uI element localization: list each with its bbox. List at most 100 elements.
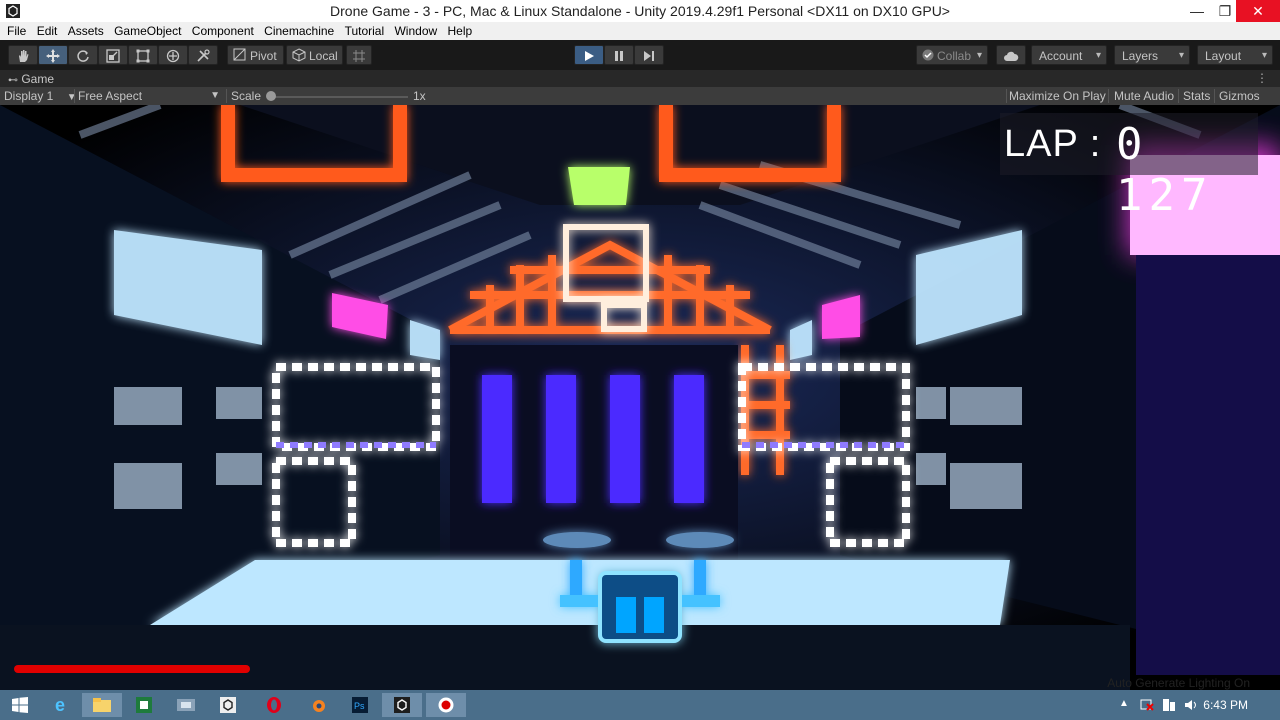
divider: [1006, 89, 1007, 103]
collab-check-icon: [922, 49, 934, 61]
taskbar-photoshop[interactable]: Ps: [340, 693, 380, 717]
display-label: Display 1: [4, 89, 54, 103]
scale-slider-track[interactable]: [268, 96, 408, 98]
opera-icon: [267, 697, 281, 713]
cloud-button[interactable]: [996, 45, 1026, 65]
collab-dropdown[interactable]: Collab: [916, 45, 988, 66]
mute-audio-toggle[interactable]: Mute Audio: [1114, 87, 1174, 105]
rotate-icon: [77, 50, 89, 62]
blender-icon: [313, 700, 325, 712]
play-button[interactable]: [574, 45, 604, 65]
local-toggle[interactable]: Local: [286, 45, 343, 65]
volume-icon[interactable]: [1184, 698, 1198, 712]
tab-game-label: Game: [21, 72, 55, 86]
game-view-toolbar: Display 1 ▼ Free Aspect ▼ Scale 1x Maxim…: [0, 87, 1280, 121]
scale-icon: [106, 49, 120, 63]
cloud-icon: [1004, 51, 1019, 61]
start-button[interactable]: [0, 693, 40, 717]
close-button[interactable]: ✕: [1236, 0, 1280, 22]
menu-assets[interactable]: Assets: [68, 22, 104, 40]
aspect-label: Free Aspect: [78, 89, 143, 103]
unity-hub-icon: [177, 699, 195, 711]
gamepad-icon: ⊷: [8, 75, 18, 86]
divider: [1108, 89, 1109, 103]
menu-cinemachine[interactable]: Cinemachine: [264, 22, 334, 40]
step-button[interactable]: [634, 45, 664, 65]
layers-dropdown[interactable]: Layers: [1114, 45, 1190, 66]
taskbar-unity[interactable]: [208, 693, 248, 717]
menu-edit[interactable]: Edit: [37, 22, 58, 40]
pivot-icon: [233, 48, 246, 61]
taskbar: e Ps ▲ 6:43 PM: [0, 690, 1280, 720]
windows-icon: [12, 697, 28, 713]
collab-label: Collab: [937, 49, 972, 63]
pivot-toggle[interactable]: Pivot: [227, 45, 284, 65]
tab-menu-icon[interactable]: ⋮: [1256, 70, 1268, 86]
account-dropdown[interactable]: Account: [1031, 45, 1107, 66]
account-label: Account: [1039, 49, 1083, 63]
local-icon: [292, 48, 306, 62]
rect-icon: [136, 49, 150, 63]
game-view[interactable]: LAP : 0 127: [0, 105, 1280, 690]
scale-label: Scale: [231, 89, 262, 103]
game-tab-bar: ⊷ Game ⋮: [0, 70, 1280, 87]
scale-slider-handle[interactable]: [266, 91, 276, 101]
transform-tool-button[interactable]: [158, 45, 188, 65]
recorder-icon: [438, 697, 454, 713]
menu-window[interactable]: Window: [394, 22, 437, 40]
taskbar-unity-hub[interactable]: [166, 693, 206, 717]
pivot-label: Pivot: [250, 49, 277, 63]
hand-tool-button[interactable]: [8, 45, 38, 65]
scale-tool-button[interactable]: [98, 45, 128, 65]
move-tool-button[interactable]: [38, 45, 68, 65]
grid-snap-icon: [353, 50, 365, 62]
pause-icon: [615, 51, 623, 61]
taskbar-excel[interactable]: [124, 693, 164, 717]
network-status-icon[interactable]: [1140, 698, 1154, 712]
taskbar-opera[interactable]: [254, 693, 294, 717]
photoshop-icon: Ps: [352, 697, 368, 713]
action-center-icon[interactable]: [1162, 698, 1176, 712]
move-icon: [46, 49, 60, 63]
health-bar-track: [14, 665, 1254, 673]
stats-toggle[interactable]: Stats: [1183, 87, 1210, 105]
taskbar-recorder[interactable]: [426, 693, 466, 717]
layers-label: Layers: [1122, 49, 1159, 63]
divider: [226, 89, 227, 103]
explorer-icon: [93, 698, 111, 712]
ie-icon: e: [54, 694, 65, 715]
taskbar-blender[interactable]: [298, 693, 338, 717]
menu-file[interactable]: File: [7, 22, 26, 40]
divider: [1178, 89, 1179, 103]
menu-component[interactable]: Component: [192, 22, 254, 40]
play-icon: [585, 51, 594, 61]
lap-label: LAP :: [1004, 123, 1102, 165]
main-toolbar: Pivot Local Collab Account Layers Layout: [0, 40, 1280, 70]
system-clock[interactable]: 6:43 PM: [1203, 690, 1248, 720]
taskbar-unity-editor[interactable]: [382, 693, 422, 717]
custom-tool-icon: [197, 49, 210, 62]
custom-tool-button[interactable]: [188, 45, 218, 65]
taskbar-ie[interactable]: e: [40, 693, 80, 717]
lap-counter: LAP : 0 127: [1000, 113, 1258, 221]
rotate-tool-button[interactable]: [68, 45, 98, 65]
grid-snap-button[interactable]: [346, 45, 372, 65]
tray-expand-icon[interactable]: ▲: [1119, 698, 1129, 709]
svg-text:Ps: Ps: [354, 701, 365, 711]
transform-icon: [166, 49, 180, 63]
divider: [74, 89, 75, 103]
display-dropdown[interactable]: Display 1 ▼: [4, 87, 77, 107]
taskbar-explorer[interactable]: [82, 693, 122, 717]
unity-icon: [220, 697, 236, 713]
rect-tool-button[interactable]: [128, 45, 158, 65]
aspect-dropdown[interactable]: Free Aspect ▼: [78, 87, 224, 105]
maximize-on-play-toggle[interactable]: Maximize On Play: [1009, 87, 1106, 105]
layout-dropdown[interactable]: Layout: [1197, 45, 1273, 66]
status-text: Auto Generate Lighting On: [1107, 676, 1250, 690]
menu-gameobject[interactable]: GameObject: [114, 22, 181, 40]
window-title: Drone Game - 3 - PC, Mac & Linux Standal…: [330, 3, 950, 19]
menu-tutorial[interactable]: Tutorial: [345, 22, 385, 40]
menu-help[interactable]: Help: [448, 22, 473, 40]
pause-button[interactable]: [604, 45, 634, 65]
scale-value: 1x: [413, 89, 426, 103]
